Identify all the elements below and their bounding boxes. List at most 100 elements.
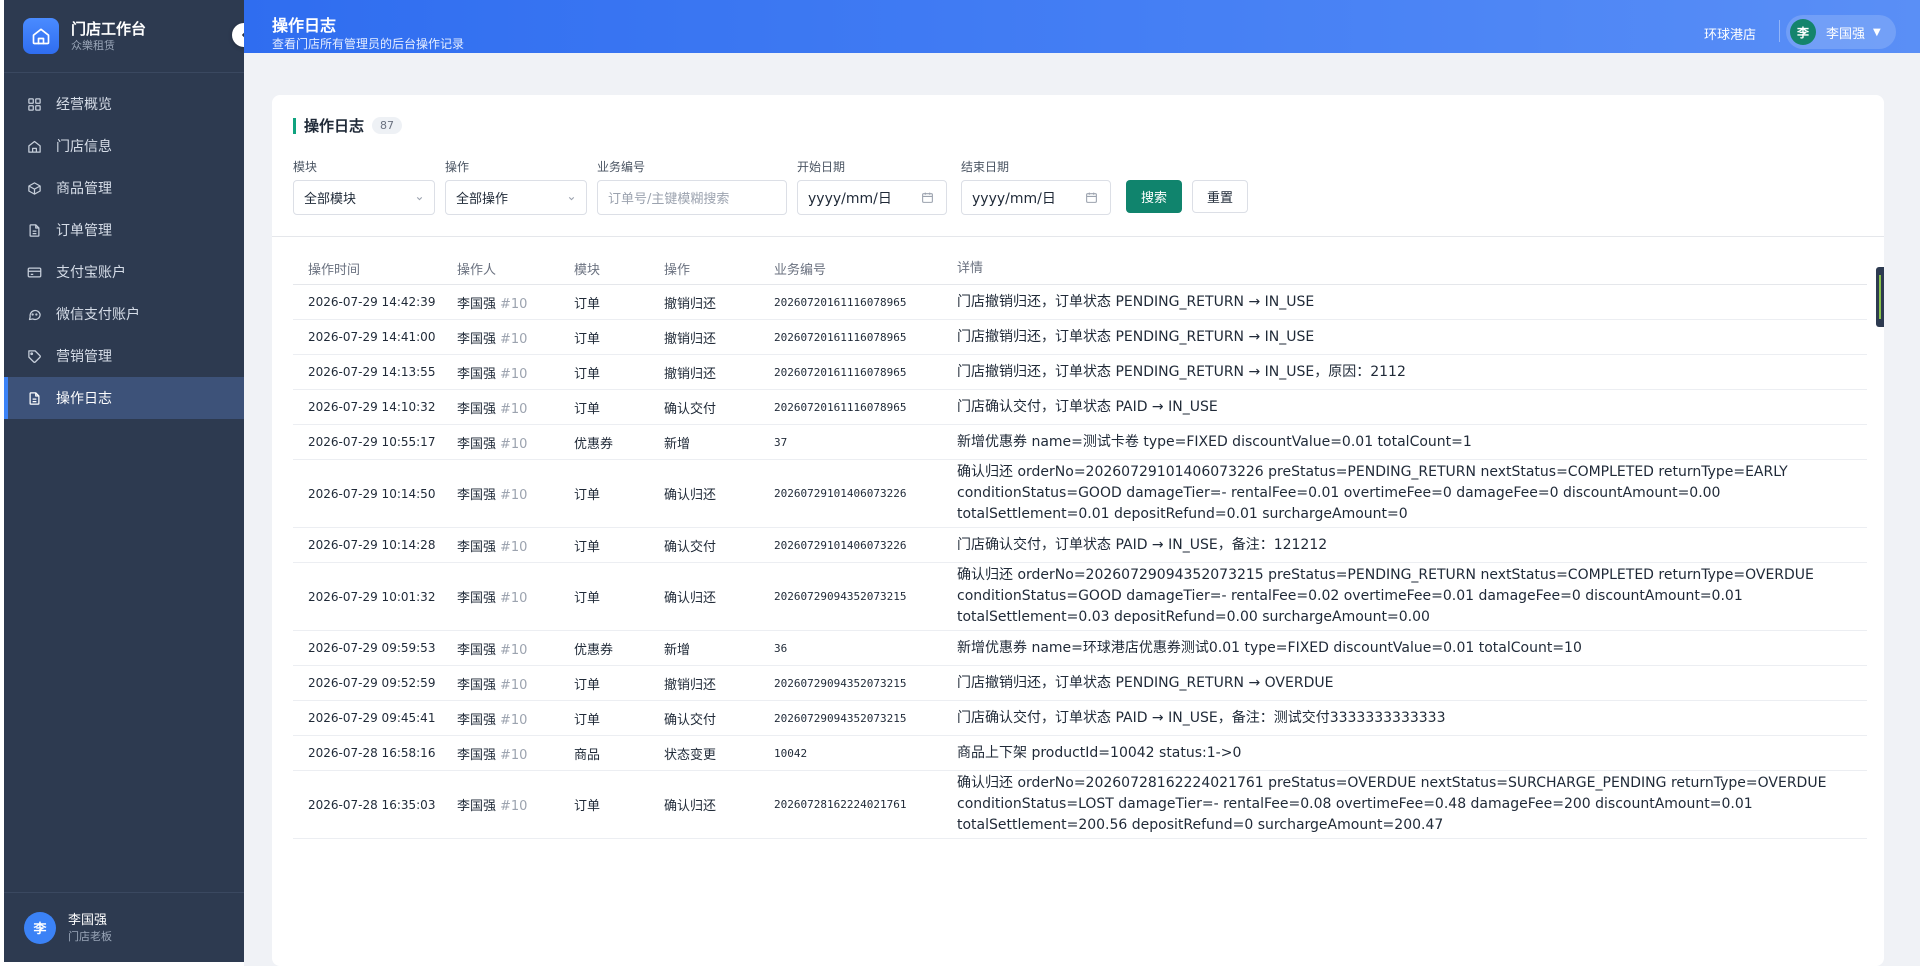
header-divider — [1779, 20, 1780, 42]
cell-time: 2026-07-29 09:52:59 — [308, 676, 436, 690]
table-row[interactable]: 2026-07-29 14:10:32 李国强 #10 订单 确认交付 202607201… — [293, 390, 1867, 425]
cell-module: 订单 — [574, 712, 601, 728]
column-header-time[interactable]: 操作时间 — [293, 259, 454, 278]
start-date-filter: 开始日期 yyyy/mm/日 — [797, 158, 947, 215]
operator-id: #10 — [500, 712, 528, 728]
operator-name: 李国强 — [457, 642, 497, 658]
sidebar-item-overview[interactable]: 经营概览 — [4, 83, 244, 125]
table-row[interactable]: 2026-07-28 16:58:16 李国强 #10 商品 状态变更 10042 商品上下… — [293, 736, 1867, 771]
table-body: 2026-07-29 14:42:39 李国强 #10 订单 撤销归还 202607201… — [293, 285, 1867, 839]
operator-name: 李国强 — [457, 436, 497, 452]
sidebar-item-label: 订单管理 — [56, 223, 112, 239]
sidebar-item-wechat-pay[interactable]: 微信支付账户 — [4, 293, 244, 335]
table-row[interactable]: 2026-07-29 10:14:28 李国强 #10 订单 确认交付 202607291… — [293, 528, 1867, 563]
cell-detail: 商品上下架 productId=10042 status:1->0 — [957, 744, 1242, 761]
cell-action: 确认归还 — [664, 488, 717, 503]
filter-label: 模块 — [293, 160, 318, 174]
column-header-biz-no[interactable]: 业务编号 — [774, 259, 957, 278]
cell-biz-no: 20260729094352073215 — [774, 590, 907, 603]
sidebar-item-orders[interactable]: 订单管理 — [4, 209, 244, 251]
table-row[interactable]: 2026-07-29 10:01:32 李国强 #10 订单 确认归还 202607290… — [293, 563, 1867, 631]
cell-time: 2026-07-29 10:01:32 — [308, 589, 436, 604]
operator-name: 李国强 — [457, 331, 497, 347]
cell-detail: 门店撤销归还，订单状态 PENDING_RETURN → IN_USE，原因：2… — [957, 363, 1406, 380]
reset-button[interactable]: 重置 — [1192, 180, 1248, 213]
column-header-detail[interactable]: 详情 — [957, 258, 1837, 279]
home-icon — [26, 138, 42, 154]
table-row[interactable]: 2026-07-29 09:45:41 李国强 #10 订单 确认交付 202607290… — [293, 701, 1867, 736]
avatar: 李 — [1790, 19, 1816, 45]
cell-module: 订单 — [574, 488, 601, 503]
table-row[interactable]: 2026-07-29 10:14:50 李国强 #10 订单 确认归还 202607291… — [293, 460, 1867, 528]
cell-biz-no: 20260728162224021761 — [774, 798, 907, 811]
main-content: 操作日志 87 模块 全部模块 操作 全部操作 业务编号 订单号/主键模糊搜索 … — [244, 53, 1920, 966]
biz-no-input[interactable]: 订单号/主键模糊搜索 — [597, 180, 787, 215]
sidebar-item-label: 支付宝账户 — [56, 265, 126, 281]
input-placeholder: 订单号/主键模糊搜索 — [608, 192, 730, 207]
action-select[interactable]: 全部操作 — [445, 180, 587, 215]
document-icon — [26, 222, 42, 238]
select-value: 全部模块 — [304, 192, 357, 207]
log-icon — [26, 390, 42, 406]
cell-time: 2026-07-29 10:14:50 — [308, 486, 436, 501]
operator-name: 李国强 — [457, 799, 497, 814]
table-row[interactable]: 2026-07-29 14:42:39 李国强 #10 订单 撤销归还 202607201… — [293, 285, 1867, 320]
cell-detail: 门店撤销归还，订单状态 PENDING_RETURN → IN_USE — [957, 293, 1315, 310]
cell-module: 订单 — [574, 401, 601, 417]
sidebar-item-alipay[interactable]: 支付宝账户 — [4, 251, 244, 293]
user-menu[interactable]: 李 李国强 ▼ — [1786, 15, 1896, 49]
sidebar-item-label: 微信支付账户 — [56, 307, 140, 323]
module-select[interactable]: 全部模块 — [293, 180, 435, 215]
end-date-filter: 结束日期 yyyy/mm/日 — [961, 158, 1111, 215]
biz-filter: 业务编号 订单号/主键模糊搜索 — [597, 158, 787, 215]
table-row[interactable]: 2026-07-29 09:52:59 李国强 #10 订单 撤销归还 202607290… — [293, 666, 1867, 701]
operator-id: #10 — [500, 366, 528, 382]
table-row[interactable]: 2026-07-29 10:55:17 李国强 #10 优惠券 新增 37 新增优惠券 na… — [293, 425, 1867, 460]
cell-action: 确认交付 — [664, 712, 717, 728]
end-date-input[interactable]: yyyy/mm/日 — [961, 180, 1111, 215]
cell-time: 2026-07-29 09:59:53 — [308, 641, 436, 655]
cell-action: 确认归还 — [664, 799, 717, 814]
sidebar-item-store-info[interactable]: 门店信息 — [4, 125, 244, 167]
sidebar-item-label: 操作日志 — [56, 391, 112, 407]
operator-id: #10 — [500, 539, 528, 555]
cell-detail: 门店确认交付，订单状态 PAID → IN_USE — [957, 398, 1218, 415]
table-header: 操作时间 操作人 模块 操作 业务编号 详情 — [293, 253, 1867, 285]
table-row[interactable]: 2026-07-29 14:41:00 李国强 #10 订单 撤销归还 202607201… — [293, 320, 1867, 355]
start-date-input[interactable]: yyyy/mm/日 — [797, 180, 947, 215]
column-header-action[interactable]: 操作 — [664, 259, 774, 278]
sidebar-user[interactable]: 李 李国强 门店老板 — [4, 892, 244, 962]
calendar-icon — [1086, 192, 1097, 203]
table-row[interactable]: 2026-07-29 14:13:55 李国强 #10 订单 撤销归还 202607201… — [293, 355, 1867, 390]
brand-subtitle: 众樂租赁 — [71, 38, 115, 52]
store-name[interactable]: 环球港店 — [1704, 24, 1756, 43]
operator-id: #10 — [500, 436, 528, 452]
sidebar-nav: 经营概览 门店信息 商品管理 订单管理 支付宝账户 微信支付账户 营销管理 操作… — [4, 73, 244, 419]
action-filter: 操作 全部操作 — [445, 158, 587, 215]
cell-operator: 李国强 #10 — [454, 398, 574, 417]
operator-name: 李国强 — [457, 366, 497, 382]
operator-name: 李国强 — [457, 712, 497, 728]
sidebar-item-label: 门店信息 — [56, 139, 112, 155]
card-icon — [26, 264, 42, 280]
cell-action: 状态变更 — [664, 747, 717, 763]
table-row[interactable]: 2026-07-29 09:59:53 李国强 #10 优惠券 新增 36 新增优惠券 na… — [293, 631, 1867, 666]
sidebar-item-products[interactable]: 商品管理 — [4, 167, 244, 209]
sidebar-item-marketing[interactable]: 营销管理 — [4, 335, 244, 377]
cell-module: 订单 — [574, 677, 601, 693]
scrollbar-handle[interactable] — [1876, 267, 1884, 327]
cell-biz-no: 20260720161116078965 — [774, 365, 907, 379]
store-logo-icon — [23, 18, 59, 54]
cell-action: 新增 — [664, 642, 691, 658]
operator-id: #10 — [500, 747, 528, 763]
cell-action: 撤销归还 — [664, 366, 717, 382]
search-button[interactable]: 搜索 — [1126, 180, 1182, 213]
column-header-operator[interactable]: 操作人 — [454, 259, 574, 278]
operator-name: 李国强 — [457, 539, 497, 555]
operator-id: #10 — [500, 677, 528, 693]
chevron-down-icon — [568, 196, 575, 201]
table-row[interactable]: 2026-07-28 16:35:03 李国强 #10 订单 确认归还 202607281… — [293, 771, 1867, 839]
column-header-module[interactable]: 模块 — [574, 259, 664, 278]
sidebar-item-operation-log[interactable]: 操作日志 — [4, 377, 244, 419]
cell-time: 2026-07-29 14:13:55 — [308, 365, 436, 379]
